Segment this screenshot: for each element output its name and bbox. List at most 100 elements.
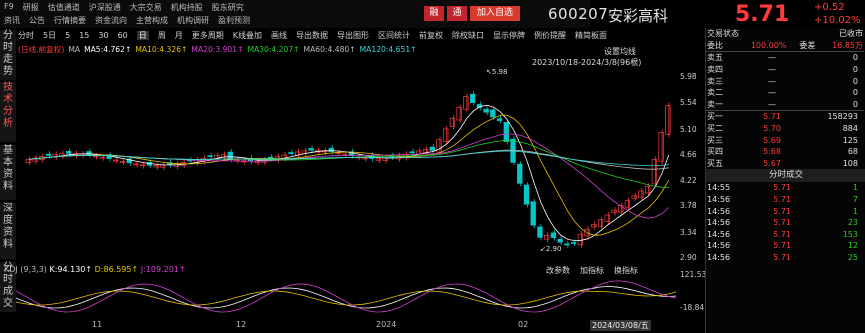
candle-body	[113, 159, 119, 162]
candle-body	[544, 234, 550, 240]
toolbar-item[interactable]: 5	[65, 31, 70, 40]
nav-link[interactable]: 资讯	[4, 15, 20, 26]
toolbar-item[interactable]: 更多周期	[192, 31, 224, 40]
book-level: 买二	[707, 124, 723, 134]
nav-link[interactable]: 大宗交易	[130, 2, 162, 13]
book-level: 买三	[707, 135, 723, 145]
bid-row[interactable]: 买四 5.68 68	[706, 146, 864, 158]
legend-item: MA60:4.480↑	[303, 45, 356, 54]
nav-link[interactable]: 机构调研	[177, 15, 209, 26]
book-level: 买一	[707, 112, 723, 122]
bid-row[interactable]: 买一 5.71 158293	[706, 111, 864, 123]
trades-list: 14:55 5.71 1 14:56 5.71 7 14:56 5.71 1 14:56 5.71 2…	[706, 182, 864, 263]
candle-body	[503, 122, 509, 142]
toolbar-item[interactable]: 周	[158, 31, 166, 40]
bid-row[interactable]: 买五 5.67 108	[706, 158, 864, 170]
ask-row[interactable]: 卖一 — 0	[706, 99, 864, 111]
toolbar-item[interactable]: 30	[98, 31, 108, 40]
nav-link[interactable]: 盈利预测	[218, 15, 250, 26]
toolbar-item[interactable]: 15	[79, 31, 89, 40]
toolbar-item[interactable]: 区间统计	[378, 31, 410, 40]
candle-body	[375, 158, 382, 161]
weicha-label: 委差	[799, 40, 816, 50]
toolbar-item[interactable]: 分时	[18, 31, 34, 40]
toolbar-item[interactable]: 60	[118, 31, 128, 40]
tong-badge[interactable]: 通	[447, 6, 467, 21]
candle-body	[665, 105, 671, 135]
nav-link[interactable]: 机构持股	[171, 2, 203, 13]
toolbar-item[interactable]: 日	[136, 31, 149, 40]
legend-item: MA	[68, 45, 81, 54]
trade-price: 5.71	[773, 206, 791, 216]
status-label: 交易状态	[707, 29, 739, 39]
quote-panel: 交易状态 已收市 委比 100.00% 委差 16.85万 卖五 —0 卖四 —0 卖三…	[705, 28, 865, 333]
nav-link[interactable]: 研报	[23, 2, 39, 13]
trade-time: 14:55	[707, 183, 731, 193]
stock-code: 600207	[548, 5, 609, 23]
nav-link[interactable]: 主营构成	[136, 15, 168, 26]
candle-body	[557, 239, 563, 243]
ask-row[interactable]: 卖三 — 0	[706, 75, 864, 87]
kline-chart[interactable]: ↖5.98 ↙2.90	[16, 54, 676, 260]
kdj-j: J:109.201↑	[140, 265, 186, 274]
legend-item: MA5:4.762↑	[84, 45, 132, 54]
trade-volume: 23	[847, 218, 858, 228]
book-price: —	[768, 88, 776, 98]
price-tick: 4.66	[680, 150, 697, 159]
toolbar-item[interactable]: 画线	[271, 31, 287, 40]
side-tab[interactable]: 技术分析	[0, 82, 16, 142]
bid-row[interactable]: 买二 5.70 884	[706, 123, 864, 135]
book-volume: 0	[852, 53, 858, 63]
candle-body	[443, 128, 449, 142]
date-tick: 11	[92, 320, 103, 329]
toolbar-item[interactable]: 导出图形	[337, 31, 369, 40]
ask-row[interactable]: 卖五 — 0	[706, 52, 864, 64]
nav-link[interactable]: 估值通道	[48, 2, 80, 13]
book-price: 5.70	[763, 124, 781, 134]
toolbar-item[interactable]: 导出数据	[296, 31, 328, 40]
candle-body	[25, 159, 31, 163]
nav-link[interactable]: 沪深股通	[89, 2, 121, 13]
nav-link[interactable]: F9	[4, 2, 14, 13]
date-tick: 2024/03/08/五	[590, 320, 651, 331]
rong-badge[interactable]: 融	[424, 6, 444, 21]
nav-link[interactable]: 资金流向	[95, 15, 127, 26]
bid-row[interactable]: 买三 5.69 125	[706, 134, 864, 146]
toolbar-item[interactable]: K线叠加	[233, 31, 262, 40]
candle-body	[611, 209, 617, 213]
ask-row[interactable]: 卖二 — 0	[706, 87, 864, 99]
toolbar-item[interactable]: 前复权	[419, 31, 443, 40]
candle-body	[564, 243, 570, 246]
book-level: 买五	[707, 158, 723, 168]
nav-link[interactable]: 股东研究	[212, 2, 244, 13]
book-price: 5.68	[763, 147, 781, 157]
weibi-value: 100.00%	[750, 40, 787, 50]
candle-body	[651, 159, 658, 185]
toolbar-item[interactable]: 5日	[43, 31, 56, 40]
side-tab[interactable]: 分时走势	[0, 30, 16, 80]
trade-time: 14:56	[707, 229, 731, 239]
kdj-j-line	[16, 280, 676, 313]
kdj-d: D:86.595↑	[94, 265, 139, 274]
candle-body	[268, 156, 274, 159]
low-marker: ↙2.90	[540, 245, 561, 253]
ask-row[interactable]: 卖四 — 0	[706, 64, 864, 76]
book-volume: 125	[842, 135, 858, 145]
set-ma-button[interactable]: 设置均线	[604, 46, 636, 57]
candle-body	[160, 164, 166, 168]
nav-link[interactable]: 公告	[29, 15, 45, 26]
book-price: —	[768, 65, 776, 75]
nav-link[interactable]: 行情摘要	[54, 15, 86, 26]
price-tick: 3.34	[680, 228, 697, 237]
trade-time: 14:56	[707, 241, 731, 251]
toolbar-item[interactable]: 除权缺口	[452, 31, 484, 40]
side-tab[interactable]: 基本资料	[0, 145, 16, 200]
side-tab[interactable]: 深度资料	[0, 203, 16, 259]
toolbar-item[interactable]: 例价提醒	[534, 31, 566, 40]
toolbar-item[interactable]: 月	[175, 31, 183, 40]
toolbar-item[interactable]: 精简板面	[575, 31, 607, 40]
toolbar-item[interactable]: 显示停牌	[493, 31, 525, 40]
bid-book: 买一 5.71 158293 买二 5.70 884 买三 5.69 125 买四 5.68 68 买五…	[706, 110, 864, 169]
kdj-chart[interactable]	[16, 274, 676, 318]
add-watchlist-button[interactable]: 加入自选	[470, 6, 520, 21]
